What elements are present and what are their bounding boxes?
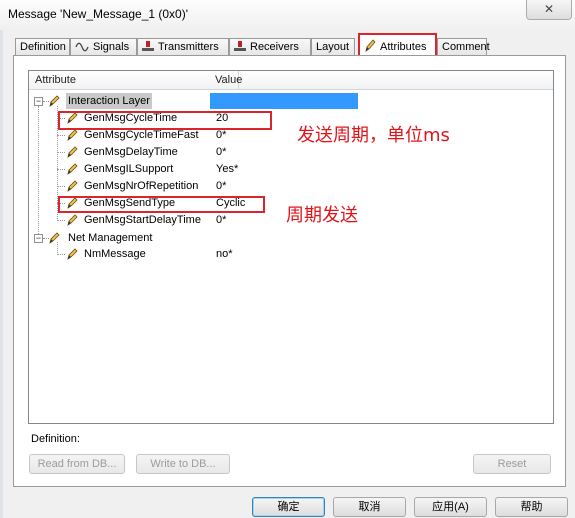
attribute-name: NmMessage	[84, 248, 146, 260]
tab-attributes[interactable]: Attributes	[358, 33, 437, 57]
attribute-value[interactable]: 0*	[216, 212, 226, 228]
title-bar: Message 'New_Message_1 (0x0)' ✕	[0, 0, 575, 30]
header-value[interactable]: Value	[215, 74, 242, 86]
read-from-db-button[interactable]: Read from DB...	[29, 454, 125, 474]
tab-label: Comment	[442, 41, 490, 53]
help-button[interactable]: 帮助	[495, 497, 568, 517]
close-icon: ✕	[543, 2, 555, 16]
group-label: Net Management	[68, 232, 153, 244]
reset-button[interactable]: Reset	[473, 454, 551, 474]
pencil-icon	[49, 95, 60, 107]
transmitter-icon	[142, 41, 154, 51]
attribute-name: GenMsgStartDelayTime	[84, 214, 201, 226]
attribute-value[interactable]: Yes*	[216, 161, 238, 177]
tab-transmitters[interactable]: Transmitters	[137, 38, 229, 55]
write-to-db-button[interactable]: Write to DB...	[136, 454, 230, 474]
attribute-row[interactable]: GenMsgILSupport Yes*	[84, 161, 354, 177]
minus-icon: −	[35, 96, 42, 106]
attribute-name: GenMsgILSupport	[84, 163, 174, 175]
tree-line	[57, 186, 65, 187]
receiver-icon	[234, 41, 246, 51]
minus-icon: −	[35, 233, 42, 243]
tab-label: Attributes	[380, 41, 427, 53]
tab-label: Layout	[316, 41, 350, 53]
attribute-value[interactable]: 0*	[216, 178, 226, 194]
attribute-name: GenMsgNrOfRepetition	[84, 180, 199, 192]
tab-label: Definition	[20, 41, 66, 53]
highlight-box-send-type	[58, 196, 265, 213]
collapse-expander[interactable]: −	[34, 234, 43, 243]
tab-comment[interactable]: Comment	[437, 38, 490, 55]
attribute-row[interactable]: NmMessage no*	[84, 246, 354, 262]
grid-header: Attribute Value	[29, 71, 553, 90]
pencil-icon	[49, 232, 60, 244]
close-button[interactable]: ✕	[526, 0, 572, 20]
cancel-button[interactable]: 取消	[333, 497, 406, 517]
pencil-icon	[67, 163, 78, 175]
collapse-expander[interactable]: −	[34, 97, 43, 106]
tab-receivers[interactable]: Receivers	[229, 38, 311, 55]
tab-label: Signals	[93, 41, 130, 53]
highlight-box-cycle-time	[58, 111, 272, 130]
window-frame	[0, 30, 3, 518]
signals-icon	[75, 42, 89, 52]
pencil-icon	[67, 146, 78, 158]
definition-label: Definition:	[31, 433, 80, 445]
tree-line	[38, 106, 39, 238]
header-attribute[interactable]: Attribute	[35, 74, 76, 86]
tree-line	[57, 135, 65, 136]
tree-line	[57, 152, 65, 153]
pencil-icon	[365, 39, 376, 52]
pencil-icon	[67, 214, 78, 226]
tab-definition[interactable]: Definition	[15, 38, 70, 55]
pencil-icon	[67, 180, 78, 192]
attribute-value[interactable]: 0*	[216, 144, 226, 160]
apply-button[interactable]: 应用(A)	[414, 497, 487, 517]
ok-button[interactable]: 确定	[252, 497, 325, 517]
annotation-send-type: 周期发送	[286, 205, 358, 226]
selected-value-cell[interactable]	[210, 93, 358, 109]
tab-signals[interactable]: Signals	[70, 38, 137, 55]
pencil-icon	[67, 129, 78, 141]
attribute-name: GenMsgDelayTime	[84, 146, 178, 158]
tab-label: Receivers	[250, 41, 299, 53]
window-title: Message 'New_Message_1 (0x0)'	[8, 7, 188, 21]
tab-label: Transmitters	[158, 41, 219, 53]
attribute-value[interactable]: no*	[216, 246, 233, 262]
tree-line	[57, 169, 65, 170]
attribute-row[interactable]: GenMsgNrOfRepetition 0*	[84, 178, 354, 194]
tree-line	[57, 254, 65, 255]
pencil-icon	[67, 248, 78, 260]
group-label: Interaction Layer	[66, 93, 152, 109]
tree-line	[57, 220, 65, 221]
annotation-cycle-time: 发送周期，单位ms	[297, 125, 450, 146]
tab-layout[interactable]: Layout	[311, 38, 355, 55]
